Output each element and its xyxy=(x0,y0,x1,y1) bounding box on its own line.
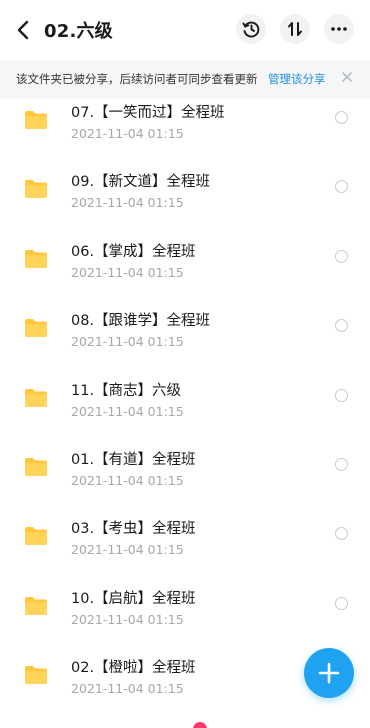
folder-row[interactable]: 01.【有道】全程班 2021-11-04 01:15 xyxy=(0,436,370,505)
folder-date: 2021-11-04 01:15 xyxy=(71,264,184,280)
folder-row[interactable]: 09.【新文道】全程班 2021-11-04 01:15 xyxy=(0,158,370,227)
folder-date: 2021-11-04 01:15 xyxy=(71,126,184,141)
close-icon xyxy=(342,72,352,82)
folder-row[interactable]: 06.【掌成】全程班 2021-11-04 01:15 xyxy=(0,228,370,297)
add-button[interactable] xyxy=(304,648,354,698)
folder-name: 01.【有道】全程班 xyxy=(71,451,196,468)
chevron-left-icon xyxy=(17,20,29,40)
folder-name: 07.【一笑而过】全程班 xyxy=(71,105,225,121)
folder-list: 07.【一笑而过】全程班 2021-11-04 01:15 09.【新文道】全程班 2… xyxy=(0,99,370,714)
folder-icon xyxy=(25,249,47,268)
screen: 02.六级 该文件夹已被分享，后续访问者可同步查看更新 管理该分享 07.【一笑… xyxy=(0,0,370,728)
folder-row[interactable]: 03.【考虫】全程班 2021-11-04 01:15 xyxy=(0,505,370,574)
select-radio[interactable] xyxy=(335,388,348,402)
folder-date: 2021-11-04 01:15 xyxy=(71,542,184,558)
folder-date: 2021-11-04 01:15 xyxy=(71,334,184,350)
folder-icon xyxy=(25,180,47,199)
folder-icon xyxy=(25,388,47,407)
select-radio[interactable] xyxy=(335,457,348,471)
share-banner-text: 该文件夹已被分享，后续访问者可同步查看更新 xyxy=(16,72,258,86)
plus-icon xyxy=(318,662,340,684)
folder-date: 2021-11-04 01:15 xyxy=(71,611,184,627)
notification-dot xyxy=(193,722,207,728)
folder-icon xyxy=(25,111,47,129)
select-radio[interactable] xyxy=(335,596,348,610)
folder-name: 03.【考虫】全程班 xyxy=(71,521,196,538)
folder-row[interactable]: 10.【启航】全程班 2021-11-04 01:15 xyxy=(0,575,370,644)
folder-icon xyxy=(25,527,47,546)
folder-name: 09.【新文道】全程班 xyxy=(71,174,211,191)
folder-name: 10.【启航】全程班 xyxy=(71,590,196,607)
history-button[interactable] xyxy=(236,14,266,44)
page-title: 02.六级 xyxy=(44,21,113,42)
history-icon xyxy=(242,21,260,38)
folder-icon xyxy=(25,319,47,338)
back-button[interactable] xyxy=(14,18,34,42)
manage-share-link[interactable]: 管理该分享 xyxy=(268,71,326,87)
folder-date: 2021-11-04 01:15 xyxy=(71,403,184,419)
folder-row[interactable]: 08.【跟谁学】全程班 2021-11-04 01:15 xyxy=(0,297,370,366)
more-button[interactable] xyxy=(324,14,354,44)
header: 02.六级 xyxy=(0,0,370,60)
folder-row[interactable]: 07.【一笑而过】全程班 2021-11-04 01:15 xyxy=(0,89,370,158)
select-radio[interactable] xyxy=(335,527,348,541)
select-radio[interactable] xyxy=(335,111,348,124)
sort-button[interactable] xyxy=(280,14,310,44)
select-radio[interactable] xyxy=(335,249,348,263)
folder-icon xyxy=(25,596,47,615)
folder-name: 08.【跟谁学】全程班 xyxy=(71,313,211,330)
select-radio[interactable] xyxy=(335,180,348,194)
folder-name: 06.【掌成】全程班 xyxy=(71,243,196,260)
folder-icon xyxy=(25,457,47,476)
folder-row[interactable]: 11.【商志】六级 2021-11-04 01:15 xyxy=(0,367,370,436)
folder-name: 02.【橙啦】全程班 xyxy=(71,660,196,677)
folder-date: 2021-11-04 01:15 xyxy=(71,472,184,488)
folder-name: 11.【商志】六级 xyxy=(71,382,182,399)
folder-icon xyxy=(25,666,47,685)
banner-close-button[interactable] xyxy=(339,69,355,85)
folder-date: 2021-11-04 01:15 xyxy=(71,681,184,697)
more-horizontal-icon xyxy=(331,27,347,31)
select-radio[interactable] xyxy=(335,319,348,333)
folder-date: 2021-11-04 01:15 xyxy=(71,195,184,211)
sort-icon xyxy=(288,22,302,36)
